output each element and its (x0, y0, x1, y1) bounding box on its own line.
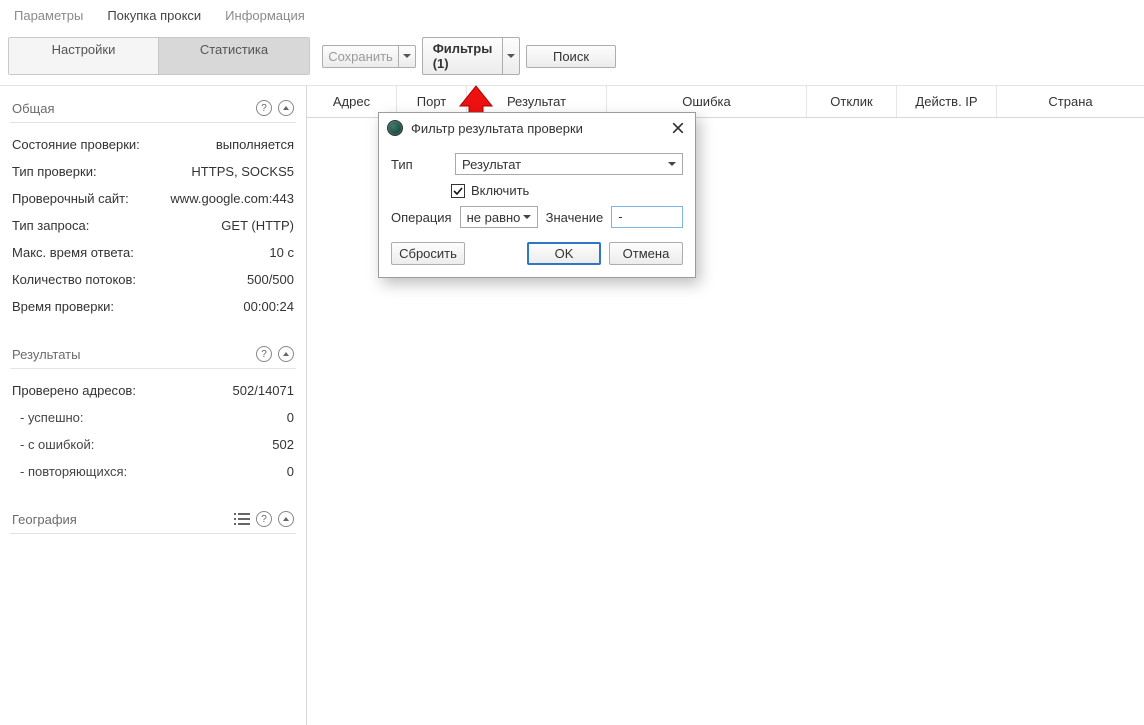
sidebar: Общая ? Состояние проверки: выполняется Т… (0, 86, 307, 725)
filters-dropdown[interactable] (502, 37, 520, 75)
col-resp[interactable]: Отклик (807, 86, 897, 117)
toolbar: Настройки Статистика Сохранить Фильтры (… (0, 31, 1144, 85)
menubar: Параметры Покупка прокси Информация (0, 0, 1144, 31)
dialog-title: Фильтр результата проверки (411, 121, 583, 136)
value: 500/500 (247, 272, 294, 287)
collapse-icon[interactable] (278, 511, 294, 527)
dialog-titlebar: Фильтр результата проверки (379, 113, 695, 143)
close-button[interactable] (669, 119, 687, 137)
label: Макс. время ответа: (12, 245, 134, 260)
label: - повторяющихся: (12, 464, 127, 479)
sidebar-tabs: Настройки Статистика (8, 37, 310, 75)
value: 0 (287, 410, 294, 425)
value-input[interactable]: - (611, 206, 683, 228)
chevron-down-icon (403, 54, 411, 58)
row-ok: - успешно: 0 (10, 404, 296, 431)
type-label: Тип (391, 157, 447, 172)
row-state: Состояние проверки: выполняется (10, 131, 296, 158)
label: Тип проверки: (12, 164, 97, 179)
row-dup: - повторяющихся: 0 (10, 458, 296, 485)
label: Количество потоков: (12, 272, 136, 287)
save-dropdown[interactable] (398, 45, 416, 68)
chevron-down-icon (668, 162, 676, 166)
value: www.google.com:443 (170, 191, 294, 206)
enable-checkbox[interactable] (451, 184, 465, 198)
ok-button[interactable]: OK (527, 242, 601, 265)
row-request: Тип запроса: GET (HTTP) (10, 212, 296, 239)
toolbar-buttons: Сохранить Фильтры (1) Поиск (322, 37, 616, 75)
value: GET (HTTP) (221, 218, 294, 233)
help-icon[interactable]: ? (256, 346, 272, 362)
collapse-icon[interactable] (278, 346, 294, 362)
menu-params[interactable]: Параметры (10, 6, 87, 25)
row-checked: Проверено адресов: 502/14071 (10, 377, 296, 404)
value: HTTPS, SOCKS5 (191, 164, 294, 179)
operation-select-value: не равно (467, 210, 521, 225)
close-icon (672, 122, 684, 134)
section-general-title: Общая (12, 101, 55, 116)
row-site: Проверочный сайт: www.google.com:443 (10, 185, 296, 212)
chevron-down-icon (507, 54, 515, 58)
value: 502 (272, 437, 294, 452)
operation-label: Операция (391, 210, 452, 225)
filter-dialog: Фильтр результата проверки Тип Результат… (378, 112, 696, 278)
col-country[interactable]: Страна (997, 86, 1144, 117)
value: 0 (287, 464, 294, 479)
tab-stats[interactable]: Статистика (159, 38, 309, 74)
value-label: Значение (546, 210, 604, 225)
enable-label: Включить (471, 183, 529, 198)
value: 10 с (269, 245, 294, 260)
cancel-button[interactable]: Отмена (609, 242, 683, 265)
app-icon (387, 120, 403, 136)
section-geo-title: География (12, 512, 77, 527)
type-select[interactable]: Результат (455, 153, 683, 175)
row-elapsed: Время проверки: 00:00:24 (10, 293, 296, 320)
label: - успешно: (12, 410, 84, 425)
label: Тип запроса: (12, 218, 89, 233)
check-icon (453, 186, 463, 196)
list-icon[interactable] (234, 511, 250, 527)
filters-button[interactable]: Фильтры (1) (422, 37, 502, 75)
value: 00:00:24 (243, 299, 294, 314)
tab-settings[interactable]: Настройки (9, 38, 159, 74)
row-threads: Количество потоков: 500/500 (10, 266, 296, 293)
row-type: Тип проверки: HTTPS, SOCKS5 (10, 158, 296, 185)
chevron-down-icon (523, 215, 531, 219)
menu-buy[interactable]: Покупка прокси (103, 6, 205, 25)
value-input-text: - (618, 209, 622, 224)
label: Время проверки: (12, 299, 114, 314)
value: выполняется (216, 137, 294, 152)
section-results-header: Результаты ? (10, 340, 296, 369)
search-button[interactable]: Поиск (526, 45, 616, 68)
label: Проверочный сайт: (12, 191, 129, 206)
label: - с ошибкой: (12, 437, 94, 452)
label: Состояние проверки: (12, 137, 140, 152)
value: 502/14071 (233, 383, 294, 398)
help-icon[interactable]: ? (256, 100, 272, 116)
collapse-icon[interactable] (278, 100, 294, 116)
help-icon[interactable]: ? (256, 511, 272, 527)
operation-select[interactable]: не равно (460, 206, 538, 228)
section-geo-header: География ? (10, 505, 296, 534)
section-results-title: Результаты (12, 347, 80, 362)
row-timeout: Макс. время ответа: 10 с (10, 239, 296, 266)
save-button[interactable]: Сохранить (322, 45, 398, 68)
col-realip[interactable]: Действ. IP (897, 86, 997, 117)
reset-button[interactable]: Сбросить (391, 242, 465, 265)
type-select-value: Результат (462, 157, 521, 172)
menu-info[interactable]: Информация (221, 6, 309, 25)
row-err: - с ошибкой: 502 (10, 431, 296, 458)
section-general-header: Общая ? (10, 94, 296, 123)
label: Проверено адресов: (12, 383, 136, 398)
